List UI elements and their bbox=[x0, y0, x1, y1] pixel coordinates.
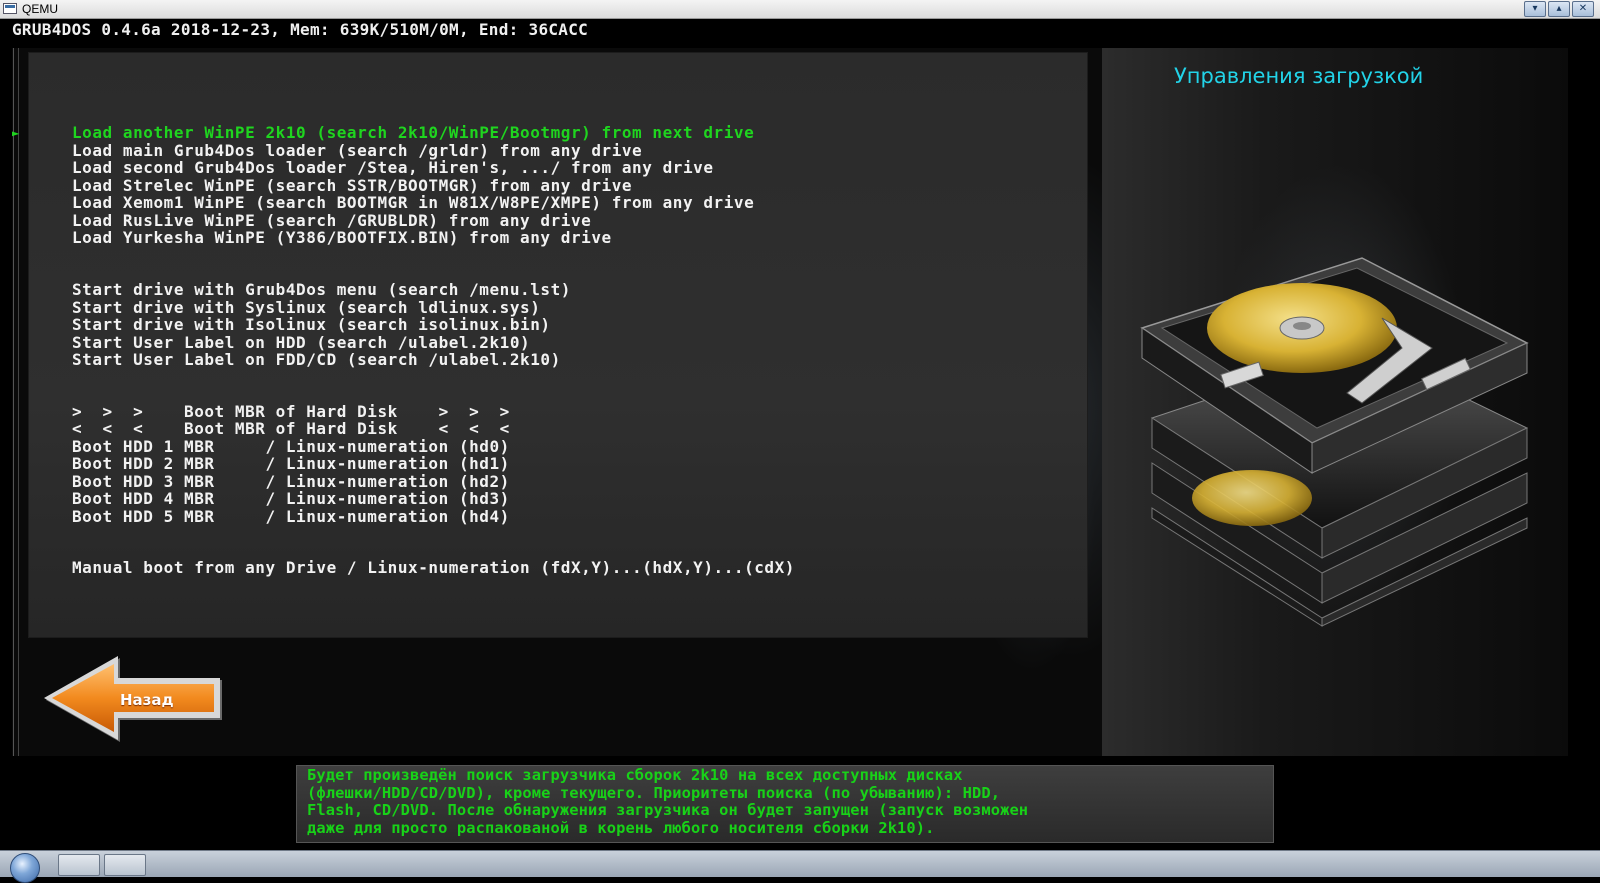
back-button-label: Назад bbox=[120, 691, 174, 709]
back-button[interactable]: Назад bbox=[42, 654, 226, 744]
description-line: Flash, CD/DVD. После обнаружения загрузч… bbox=[307, 801, 1029, 820]
start-orb-icon[interactable] bbox=[10, 853, 40, 883]
menu-item-manual-boot[interactable]: Manual boot from any Drive / Linux-numer… bbox=[72, 559, 795, 577]
menu-item-start-grub4dos-menu[interactable]: Start drive with Grub4Dos menu (search /… bbox=[72, 281, 571, 299]
close-button[interactable]: ✕ bbox=[1572, 1, 1594, 17]
menu-item-load-yurkesha[interactable]: Load Yurkesha WinPE (Y386/BOOTFIX.BIN) f… bbox=[72, 229, 612, 247]
description-box: Будет произведён поиск загрузчика сборок… bbox=[296, 765, 1274, 843]
menu-item-load-ruslive[interactable]: Load RusLive WinPE (search /GRUBLDR) fro… bbox=[72, 211, 591, 230]
taskbar-button[interactable] bbox=[104, 854, 146, 876]
menu-item-user-label-fdd-cd[interactable]: Start User Label on FDD/CD (search /ulab… bbox=[72, 351, 561, 369]
menu-item-boot-hdd2[interactable]: Boot HDD 2 MBR / Linux-numeration (hd1) bbox=[72, 455, 510, 473]
description-line: (флешки/HDD/CD/DVD), кроме текущего. При… bbox=[307, 783, 1001, 802]
selection-arrow-icon: ► bbox=[12, 126, 20, 140]
window-title: QEMU bbox=[22, 2, 58, 16]
host-taskbar bbox=[0, 850, 1600, 883]
menu-item-boot-mbr-next[interactable]: > > > Boot MBR of Hard Disk > > > bbox=[72, 402, 510, 421]
menu-item-load-xemom1[interactable]: Load Xemom1 WinPE (search BOOTMGR in W81… bbox=[72, 194, 754, 212]
menu-item-start-syslinux[interactable]: Start drive with Syslinux (search ldlinu… bbox=[72, 298, 540, 317]
boot-screen: Управления загрузкой ► Load another WinP… bbox=[12, 48, 1568, 756]
menu-item-load-second-grub4dos[interactable]: Load second Grub4Dos loader /Stea, Hiren… bbox=[72, 159, 714, 177]
taskbar-button[interactable] bbox=[58, 854, 100, 876]
menu-item-load-another-winpe[interactable]: Load another WinPE 2k10 (search 2k10/Win… bbox=[72, 124, 754, 142]
menu-item-boot-mbr-prev[interactable]: < < < Boot MBR of Hard Disk < < < bbox=[72, 420, 510, 438]
menu-item-load-main-grub4dos[interactable]: Load main Grub4Dos loader (search /grldr… bbox=[72, 141, 642, 160]
window-controls: ▾ ▴ ✕ bbox=[1524, 1, 1594, 17]
left-border bbox=[13, 48, 19, 756]
menu-item-boot-hdd5[interactable]: Boot HDD 5 MBR / Linux-numeration (hd4) bbox=[72, 507, 510, 526]
grub-header: GRUB4DOS 0.4.6a 2018-12-23, Mem: 639K/51… bbox=[12, 20, 589, 39]
right-panel: Управления загрузкой bbox=[1102, 48, 1568, 756]
menu-item-load-strelec[interactable]: Load Strelec WinPE (search SSTR/BOOTMGR)… bbox=[72, 176, 632, 195]
menu-item-user-label-hdd[interactable]: Start User Label on HDD (search /ulabel.… bbox=[72, 333, 530, 352]
minimize-button[interactable]: ▾ bbox=[1524, 1, 1546, 17]
hard-drive-stack-icon bbox=[1140, 257, 1529, 627]
description-line: даже для просто распакованой в корень лю… bbox=[307, 818, 935, 837]
restore-button[interactable]: ▴ bbox=[1548, 1, 1570, 17]
menu-item-boot-hdd1[interactable]: Boot HDD 1 MBR / Linux-numeration (hd0) bbox=[72, 437, 510, 456]
menu-item-boot-hdd4[interactable]: Boot HDD 4 MBR / Linux-numeration (hd3) bbox=[72, 490, 510, 508]
menu-item-boot-hdd3[interactable]: Boot HDD 3 MBR / Linux-numeration (hd2) bbox=[72, 472, 510, 491]
window-titlebar: QEMU ▾ ▴ ✕ bbox=[0, 0, 1600, 19]
menu-item-start-isolinux[interactable]: Start drive with Isolinux (search isolin… bbox=[72, 316, 551, 334]
qemu-app-icon bbox=[3, 3, 17, 14]
description-line: Будет произведён поиск загрузчика сборок… bbox=[307, 766, 963, 784]
panel-title: Управления загрузкой bbox=[1174, 64, 1424, 88]
